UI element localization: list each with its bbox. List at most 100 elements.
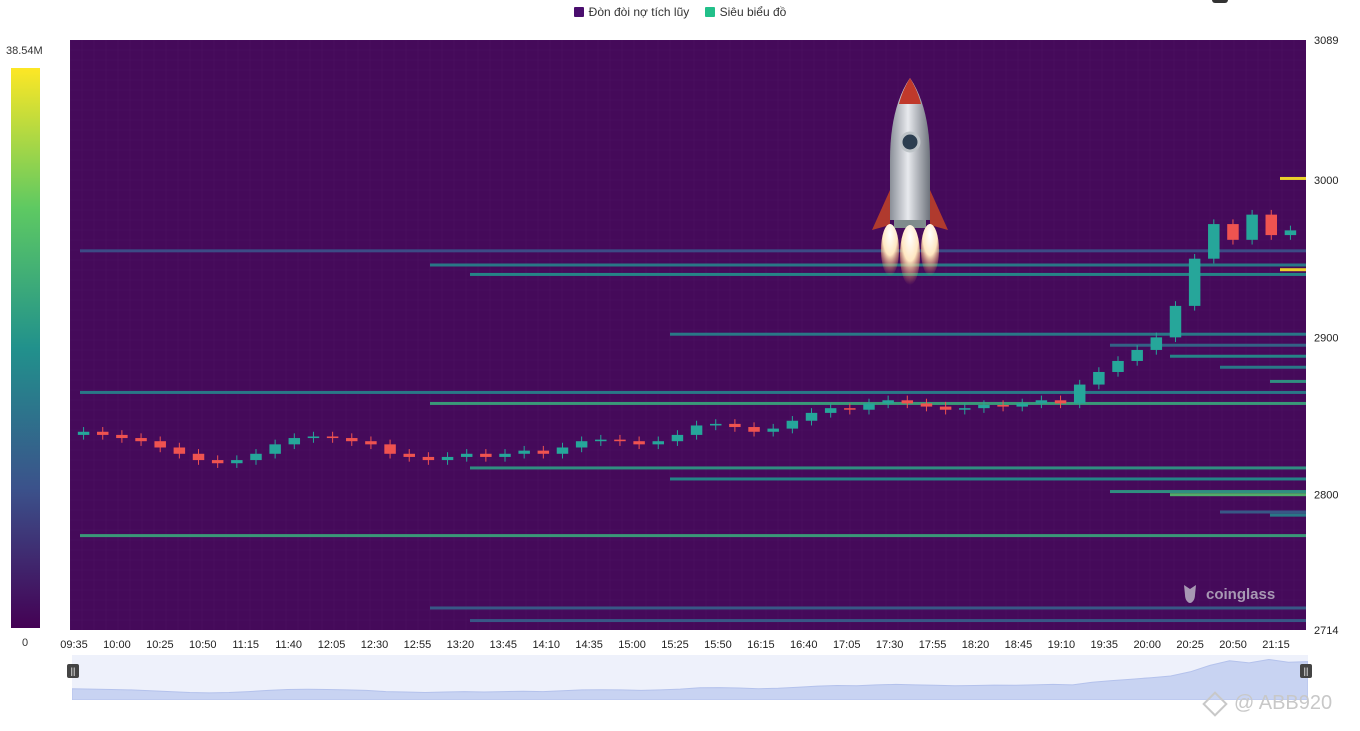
- candle-body: [1054, 400, 1067, 404]
- candle-body: [154, 441, 166, 448]
- candle-body: [1246, 214, 1258, 240]
- candle-body: [384, 444, 396, 454]
- candle-body: [518, 450, 530, 454]
- candle-body: [211, 460, 224, 464]
- x-tick-label: 16:15: [747, 639, 775, 651]
- candle-body: [863, 403, 875, 410]
- candle-body: [978, 405, 990, 409]
- colorbar: [11, 68, 40, 628]
- liquidity-band: [1270, 379, 1306, 383]
- candle-body: [901, 400, 914, 404]
- candle-body: [1093, 371, 1105, 385]
- x-tick-label: 11:15: [232, 639, 259, 651]
- author-credit: @ ABB920: [1202, 690, 1333, 717]
- x-tick-label: 17:05: [833, 639, 861, 651]
- candle-body: [269, 444, 281, 454]
- x-tick-label: 16:40: [790, 639, 818, 651]
- heatmap-plot[interactable]: [70, 40, 1306, 630]
- chart-legend: Đòn đòi nợ tích lũy Siêu biểu đồ: [0, 5, 1360, 20]
- x-tick-label: 21:15: [1262, 639, 1290, 651]
- candle-body: [173, 447, 186, 454]
- slider-right-handle[interactable]: ||: [1300, 664, 1312, 678]
- x-tick-label: 11:40: [275, 639, 302, 651]
- liquidity-band: [1280, 176, 1306, 180]
- candle-body: [1188, 258, 1201, 306]
- candle-body: [346, 438, 358, 442]
- candle-body: [595, 439, 607, 442]
- x-tick-label: 14:10: [532, 639, 560, 651]
- candle-body: [920, 403, 933, 407]
- x-tick-label: 15:00: [618, 639, 646, 651]
- x-tick-label: 19:10: [1048, 639, 1076, 651]
- candle-body: [537, 450, 550, 454]
- candle-body: [365, 441, 377, 445]
- legend-label: Siêu biểu đồ: [719, 5, 787, 19]
- candle-body: [77, 431, 90, 435]
- candle-body: [480, 453, 492, 457]
- liquidity-band: [1110, 490, 1306, 494]
- candle-body: [1112, 360, 1124, 372]
- x-tick-label: 10:50: [189, 639, 217, 651]
- candle-body: [1016, 403, 1028, 407]
- x-tick-label: 18:45: [1005, 639, 1033, 651]
- candle-body: [460, 453, 473, 457]
- y-tick-label: 2900: [1314, 332, 1338, 344]
- legend-item-chart[interactable]: Siêu biểu đồ: [704, 5, 787, 19]
- candle-body: [709, 423, 722, 426]
- coinglass-watermark: coinglass: [1180, 583, 1275, 605]
- candle-body: [1227, 224, 1239, 240]
- y-tick-label: 2800: [1314, 490, 1338, 502]
- liquidity-band: [430, 606, 1306, 610]
- candle-body: [1169, 305, 1182, 338]
- candle-body: [231, 460, 243, 464]
- corner-tab: [1212, 0, 1228, 3]
- x-tick-label: 20:50: [1219, 639, 1247, 651]
- candle-body: [997, 405, 1009, 407]
- candle-body: [614, 439, 626, 442]
- x-tick-label: 14:35: [575, 639, 603, 651]
- liquidity-band: [670, 477, 1306, 481]
- candle-body: [575, 441, 588, 448]
- candle-body: [767, 428, 779, 432]
- candle-body: [939, 406, 952, 410]
- x-tick-label: 15:25: [661, 639, 689, 651]
- candle-body: [403, 453, 415, 457]
- x-tick-label: 13:20: [447, 639, 475, 651]
- colorbar-max-label: 38.54M: [6, 45, 43, 57]
- rocket-icon: [860, 70, 960, 295]
- candle-body: [690, 425, 703, 435]
- y-tick-label: 3000: [1314, 175, 1338, 187]
- x-tick-label: 18:20: [962, 639, 990, 651]
- liquidity-band: [1270, 513, 1306, 517]
- x-tick-label: 10:25: [146, 639, 174, 651]
- candle-body: [1131, 349, 1143, 361]
- legend-swatch: [573, 7, 584, 17]
- colorbar-min-label: 0: [22, 637, 29, 649]
- candle-body: [805, 412, 818, 421]
- candle-body: [671, 434, 684, 442]
- heatmap-svg: [77, 176, 1306, 623]
- candle-body: [96, 431, 109, 435]
- candle-body: [288, 438, 301, 445]
- candle-body: [1035, 400, 1048, 404]
- candle-body: [786, 420, 799, 429]
- slider-left-handle[interactable]: ||: [67, 664, 79, 678]
- candle-body: [326, 436, 339, 439]
- candle-body: [1073, 384, 1086, 404]
- x-tick-label: 12:30: [361, 639, 389, 651]
- candle-body: [556, 447, 569, 454]
- candle-body: [1265, 214, 1278, 236]
- time-range-slider[interactable]: [71, 655, 1309, 701]
- liquidity-band: [1220, 510, 1306, 514]
- credit-text: @ ABB920: [1234, 692, 1333, 714]
- candle-body: [1208, 224, 1220, 259]
- x-tick-label: 17:55: [919, 639, 947, 651]
- candle-body: [652, 441, 665, 445]
- candle-body: [422, 456, 435, 461]
- candle-body: [844, 408, 856, 410]
- candle-body: [192, 453, 205, 461]
- slider-overview-area: [71, 658, 1309, 701]
- legend-swatch: [704, 7, 715, 17]
- liquidity-band: [80, 390, 1306, 394]
- legend-item-liquidation[interactable]: Đòn đòi nợ tích lũy: [573, 5, 689, 19]
